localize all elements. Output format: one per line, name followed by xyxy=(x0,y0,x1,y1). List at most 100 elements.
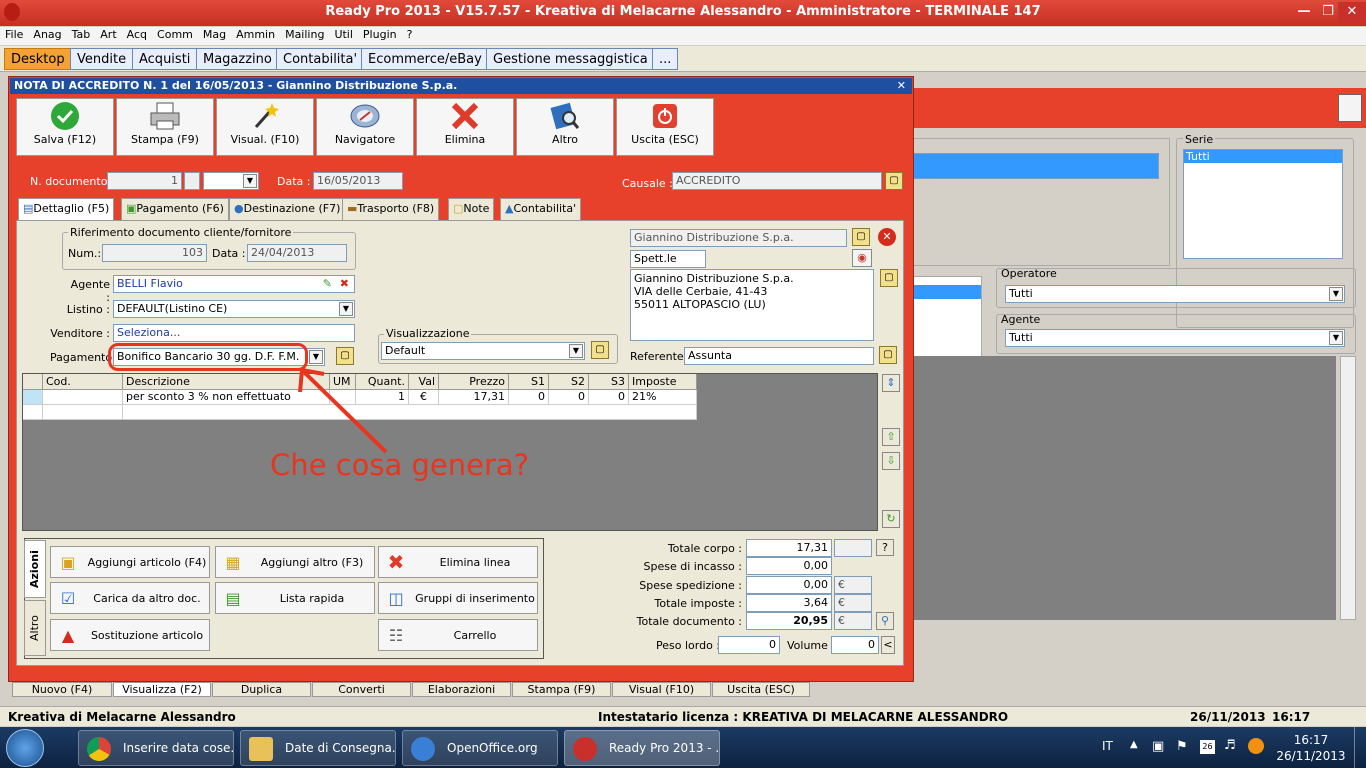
tab-trasporto[interactable]: ▬Trasporto (F8) xyxy=(342,198,440,220)
spese-incasso-value[interactable]: 0,00 xyxy=(746,557,832,575)
start-button[interactable] xyxy=(6,729,44,767)
menu-util[interactable]: Util xyxy=(329,27,357,42)
column-header[interactable]: Imposte xyxy=(629,374,697,390)
dialog-close-icon[interactable]: ✕ xyxy=(897,78,906,94)
menu-anag[interactable]: Anag xyxy=(28,27,66,42)
tab-desktop[interactable]: Desktop xyxy=(4,48,72,70)
replace-article-button[interactable]: ▲ Sostituzione articolo xyxy=(50,619,210,651)
volume-input[interactable]: 0 xyxy=(831,636,879,654)
folder-icon[interactable]: ▢ xyxy=(879,346,897,364)
quick-list-button[interactable]: ▤ Lista rapida xyxy=(215,582,375,614)
zoom-icon[interactable]: ⚲ xyxy=(876,612,894,630)
elaborations-button[interactable]: Elaborazioni xyxy=(412,682,511,697)
view-button[interactable]: Visualizza (F2) xyxy=(113,682,211,697)
menu-art[interactable]: Art xyxy=(95,27,121,42)
visualizzazione-select[interactable]: Default ▼ xyxy=(381,342,585,360)
column-header[interactable]: Cod. xyxy=(43,374,123,390)
taskbar-folder[interactable]: Date di Consegna... xyxy=(240,730,396,766)
folder-icon[interactable]: ▢ xyxy=(852,228,870,246)
network-icon[interactable]: ▣ xyxy=(1152,739,1164,754)
insert-groups-button[interactable]: ◫ Gruppi di inserimento xyxy=(378,582,538,614)
folder-icon[interactable]: ▢ xyxy=(336,347,354,365)
tab-azioni[interactable]: Azioni xyxy=(24,540,46,598)
language-indicator[interactable]: IT xyxy=(1102,739,1113,753)
customer-address-box[interactable]: Giannino Distribuzione S.p.a. VIA delle … xyxy=(630,269,874,341)
new-button[interactable]: Nuovo (F4) xyxy=(12,682,112,697)
menu-ammin[interactable]: Ammin xyxy=(231,27,280,42)
calendar-icon[interactable]: 26 xyxy=(1200,740,1215,754)
taskbar-chrome[interactable]: Inserire data cose... xyxy=(78,730,234,766)
menu-mag[interactable]: Mag xyxy=(198,27,231,42)
spese-spedizione-value[interactable]: 0,00 xyxy=(746,576,832,594)
customer-name-input[interactable]: Giannino Distribuzione S.p.a. xyxy=(630,229,847,247)
grid-cell[interactable]: 0 xyxy=(549,390,589,405)
folder-icon[interactable]: ▢ xyxy=(880,269,898,287)
close-button[interactable]: ✕ xyxy=(1338,2,1366,22)
visual-list-button[interactable]: Visual (F10) xyxy=(612,682,711,697)
tab-dettaglio[interactable]: ▤Dettaglio (F5) xyxy=(18,198,115,222)
column-header[interactable]: Prezzo xyxy=(439,374,509,390)
taskbar-readypro[interactable]: Ready Pro 2013 - ... xyxy=(564,730,720,766)
menu-mailing[interactable]: Mailing xyxy=(280,27,329,42)
grid-cell[interactable] xyxy=(43,390,123,405)
menu-tab[interactable]: Tab xyxy=(67,27,96,42)
referente-input[interactable]: Assunta xyxy=(684,347,874,365)
delete-button[interactable]: Elimina xyxy=(416,98,514,156)
arrow-down-icon[interactable]: ⇩ xyxy=(882,452,900,470)
delete-line-button[interactable]: ✖ Elimina linea xyxy=(378,546,538,578)
tab-pagamento[interactable]: ▣Pagamento (F6) xyxy=(121,198,229,220)
menu-help[interactable]: ? xyxy=(402,27,418,42)
grid-cell[interactable]: 0 xyxy=(509,390,549,405)
tab-contabilita[interactable]: Contabilita' xyxy=(276,48,365,70)
save-button[interactable]: Salva (F12) xyxy=(16,98,114,156)
date-input[interactable]: 16/05/2013 xyxy=(313,172,403,190)
column-header[interactable]: Val xyxy=(409,374,439,390)
print-list-button[interactable]: Stampa (F9) xyxy=(512,682,611,697)
exit-button[interactable]: Uscita (ESC) xyxy=(616,98,714,156)
flag-icon[interactable]: ⚑ xyxy=(1176,739,1188,754)
update-icon[interactable] xyxy=(1248,738,1264,754)
move-top-icon[interactable]: ⇕ xyxy=(882,374,900,392)
menu-comm[interactable]: Comm xyxy=(152,27,198,42)
column-header[interactable]: S2 xyxy=(549,374,589,390)
volume-icon[interactable]: ♬ xyxy=(1224,738,1236,753)
tab-note[interactable]: ▢Note xyxy=(448,198,495,220)
clear-x-icon[interactable]: ✖ xyxy=(340,276,349,292)
folder-icon[interactable]: ▢ xyxy=(591,341,609,359)
doc-number-spin[interactable] xyxy=(184,172,200,190)
listino-select[interactable]: DEFAULT(Listino CE) ▼ xyxy=(113,300,355,318)
tab-vendite[interactable]: Vendite xyxy=(70,48,134,70)
navigator-button[interactable]: Navigatore xyxy=(316,98,414,156)
tray-expand-icon[interactable]: ▲ xyxy=(1130,739,1138,750)
tab-acquisti[interactable]: Acquisti xyxy=(132,48,198,70)
arrow-up-icon[interactable]: ⇧ xyxy=(882,428,900,446)
grid-cell[interactable]: € xyxy=(409,390,439,405)
duplicate-button[interactable]: Duplica xyxy=(212,682,311,697)
row-indicator[interactable] xyxy=(23,390,43,405)
visual-button[interactable]: Visual. (F10) xyxy=(216,98,314,156)
grid-cell[interactable]: 21% xyxy=(629,390,697,405)
help-button[interactable]: ? xyxy=(876,539,894,556)
taskbar-openoffice[interactable]: OpenOffice.org xyxy=(402,730,558,766)
doc-number-input[interactable]: 1 xyxy=(107,172,182,190)
exit-list-button[interactable]: Uscita (ESC) xyxy=(712,682,810,697)
tab-more[interactable]: ... xyxy=(652,48,679,70)
menu-acq[interactable]: Acq xyxy=(122,27,152,42)
column-header[interactable]: S1 xyxy=(509,374,549,390)
tab-ecommerce[interactable]: Ecommerce/eBay xyxy=(361,48,489,70)
pencil-icon[interactable]: ✎ xyxy=(323,276,332,292)
folder-icon[interactable]: ▢ xyxy=(885,172,903,190)
show-desktop-button[interactable] xyxy=(1354,727,1366,768)
agente-input[interactable]: BELLI Flavio ✎ ✖ xyxy=(113,275,355,293)
row-indicator[interactable] xyxy=(23,405,43,420)
doc-suffix-select[interactable]: ▼ xyxy=(203,172,259,190)
grid-cell[interactable]: 17,31 xyxy=(439,390,509,405)
background-scrollbar[interactable] xyxy=(1340,356,1356,620)
add-other-button[interactable]: ▦ Aggiungi altro (F3) xyxy=(215,546,375,578)
cart-button[interactable]: ☷ Carrello xyxy=(378,619,538,651)
clock-time[interactable]: 16:17 xyxy=(1280,733,1342,747)
menu-plugin[interactable]: Plugin xyxy=(358,27,402,42)
person-search-icon[interactable]: ◉ xyxy=(852,249,872,267)
tab-contabilita-doc[interactable]: ▲Contabilita' xyxy=(500,198,582,220)
greeting-input[interactable]: Spett.le xyxy=(630,250,706,268)
